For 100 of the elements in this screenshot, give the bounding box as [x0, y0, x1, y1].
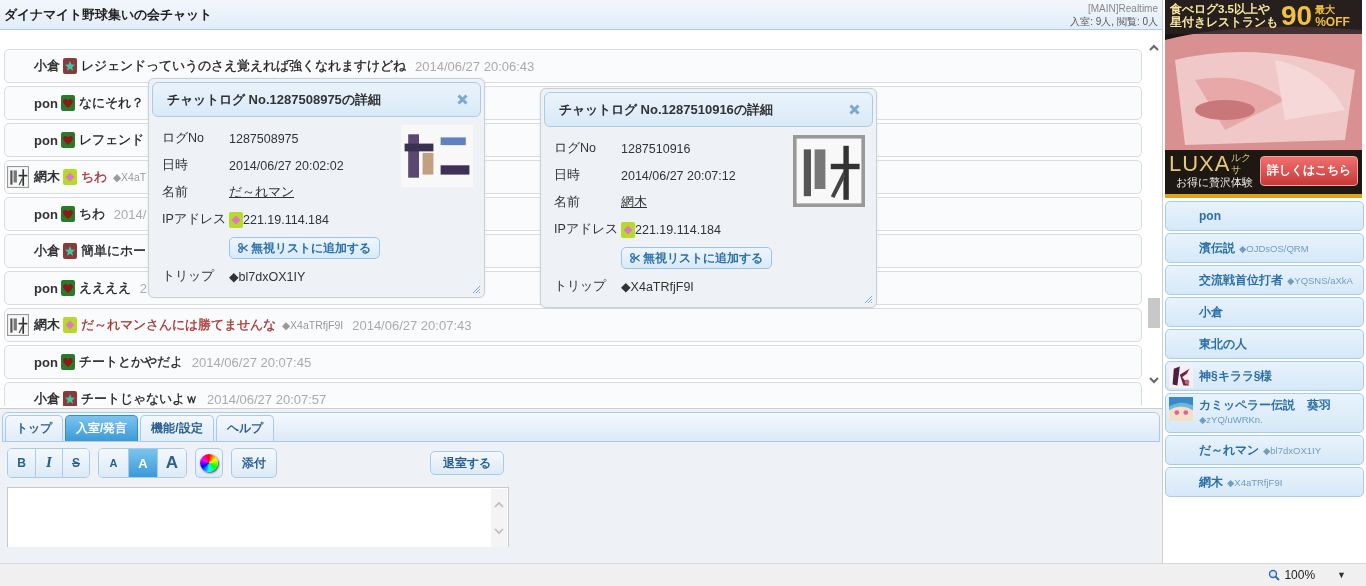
user-list-item[interactable]: 小倉: [1165, 297, 1364, 327]
room-stats: 入室: 9人, 閲覧: 0人: [1070, 14, 1158, 28]
user-name: pon: [34, 354, 58, 370]
field-label: 名前: [554, 194, 581, 211]
font-size-button[interactable]: A: [128, 449, 157, 477]
timestamp: 2014/06/27 20:07:43: [352, 317, 472, 333]
field-value: 1287510916: [621, 141, 691, 156]
field-value: 221.19.114.184: [243, 212, 329, 227]
field-value: ◆X4aTRfjF9I: [621, 279, 694, 294]
user-list-item[interactable]: 網木 ◆X4aTRfjF9I: [1165, 467, 1364, 497]
user-name: 小倉: [1199, 303, 1223, 321]
user-name: 交流戦首位打者: [1199, 271, 1283, 289]
user-name: カミッペラー伝説 葵羽: [1199, 397, 1331, 414]
font-size-button[interactable]: A: [157, 449, 186, 477]
message-text: レフェンド: [78, 131, 144, 149]
message-text: ええええ: [78, 279, 131, 297]
scissors-icon: [238, 243, 248, 253]
timestamp: 2014/06/27 20:07:57: [207, 391, 327, 406]
diamond-icon: [63, 317, 77, 333]
trip-code: ◆OJDsOS/QRM: [1239, 242, 1309, 254]
field-label: ログNo: [162, 130, 205, 147]
ad-text: %OFF: [1315, 16, 1350, 29]
trip-code: ◆X4aTRfjF9I: [1227, 476, 1283, 488]
timestamp: 2014/: [113, 206, 147, 222]
star-icon: [63, 391, 77, 406]
close-icon[interactable]: [457, 94, 468, 105]
zoom-menu[interactable]: ▼: [1337, 570, 1346, 580]
ignore-button[interactable]: 無視リストに追加する: [621, 247, 772, 269]
star-icon: [63, 58, 77, 74]
user-name: 網木: [34, 168, 60, 186]
zoom-level: 100%: [1284, 568, 1316, 582]
user-name: 神§キララ§様: [1199, 367, 1273, 385]
field-label: トリップ: [162, 268, 216, 285]
user-name: pon: [34, 132, 58, 148]
field-value: 2014/06/27 20:02:02: [229, 158, 344, 173]
diamond-icon: [63, 169, 77, 185]
resize-grip-icon[interactable]: [863, 294, 873, 304]
zoom-icon[interactable]: [1268, 569, 1281, 581]
user-link[interactable]: だ～れマン: [229, 184, 294, 201]
trip-code: ◆bl7dxOX1IY: [1263, 444, 1321, 456]
message-input[interactable]: [7, 487, 509, 547]
trip-code: ◆YQSNS/aXkA: [1287, 274, 1353, 286]
timestamp: 2014/06/27 20:06:43: [415, 58, 535, 74]
user-list-item[interactable]: pon: [1165, 201, 1364, 231]
resize-grip-icon[interactable]: [471, 284, 481, 294]
color-picker-button[interactable]: [195, 448, 223, 478]
user-link[interactable]: 網木: [621, 194, 647, 211]
attach-button[interactable]: 添付: [231, 448, 277, 478]
user-list-item[interactable]: 交流戦首位打者 ◆YQSNS/aXkA: [1165, 265, 1364, 295]
user-name: 小倉: [34, 390, 60, 406]
user-list-item[interactable]: 神§キララ§様: [1165, 361, 1364, 391]
tab[interactable]: ヘルプ: [215, 415, 274, 441]
message-text: だ～れマンさんには勝てませんな: [81, 316, 276, 334]
field-label: 名前: [162, 184, 189, 201]
user-list-item[interactable]: 濱伝説 ◆OJDsOS/QRM: [1165, 233, 1364, 263]
scissors-icon: [630, 253, 640, 263]
field-label: IPアドレス: [162, 211, 227, 228]
user-list-item[interactable]: カミッペラー伝説 葵羽 ◆zYQ/uWRKn.: [1165, 393, 1364, 433]
user-name: 網木: [34, 316, 60, 334]
field-label: 日時: [162, 157, 189, 174]
user-name: 網木: [1199, 473, 1223, 491]
field-value: 2014/06/27 20:07:12: [621, 168, 736, 183]
timestamp: 2014/06/27 20:07:45: [191, 354, 312, 370]
user-name: 小倉: [34, 242, 60, 260]
trip-code: ◆X4aT: [113, 171, 147, 183]
ad-discount: 90: [1281, 2, 1313, 30]
format-button[interactable]: B: [8, 449, 35, 477]
user-list-item[interactable]: だ～れマン ◆bl7dxOX1IY: [1165, 435, 1364, 465]
field-value: 221.19.114.184: [635, 222, 721, 237]
close-icon[interactable]: [849, 104, 860, 115]
field-value: ◆bl7dxOX1IY: [229, 269, 306, 284]
ad-logo: LUXA: [1169, 152, 1231, 176]
message-text: チートじゃないよｗ: [81, 390, 198, 406]
user-name: 濱伝説: [1199, 239, 1235, 257]
format-button[interactable]: I: [35, 449, 62, 477]
field-label: IPアドレス: [554, 221, 619, 238]
trip-code: ◆zYQ/uWRKn.: [1199, 414, 1263, 425]
trip-code: ◆X4aTRfjF9I: [282, 319, 344, 331]
mode-label: [MAIN]Realtime: [1087, 1, 1158, 15]
user-list-item[interactable]: 東北の人: [1165, 329, 1364, 359]
message-text: なにそれ？: [78, 94, 144, 112]
ad-text: 星付きレストランも: [1170, 16, 1278, 29]
user-name: pon: [34, 95, 58, 111]
star-icon: [63, 243, 77, 259]
leave-button[interactable]: 退室する: [430, 451, 504, 475]
tab[interactable]: トップ: [5, 415, 63, 441]
message-text: 簡単にホー: [81, 242, 146, 260]
format-button[interactable]: S: [62, 449, 89, 477]
dialog-title: チャットログ No.1287510916の詳細: [559, 100, 773, 119]
user-name: だ～れマン: [1199, 441, 1259, 459]
tab[interactable]: 機能/設定: [140, 415, 214, 441]
scrollbar[interactable]: [491, 489, 507, 547]
ad-button[interactable]: 詳しくはこちら: [1260, 155, 1358, 186]
ad-text: 食べログ3.5以上や: [1170, 3, 1271, 16]
ignore-button[interactable]: 無視リストに追加する: [229, 237, 380, 259]
dialog-title: チャットログ No.1287508975の詳細: [167, 90, 381, 109]
field-value: 1287508975: [229, 131, 299, 146]
user-name: 東北の人: [1199, 335, 1247, 353]
user-name: pon: [1199, 209, 1221, 223]
font-size-button[interactable]: A: [99, 449, 128, 477]
